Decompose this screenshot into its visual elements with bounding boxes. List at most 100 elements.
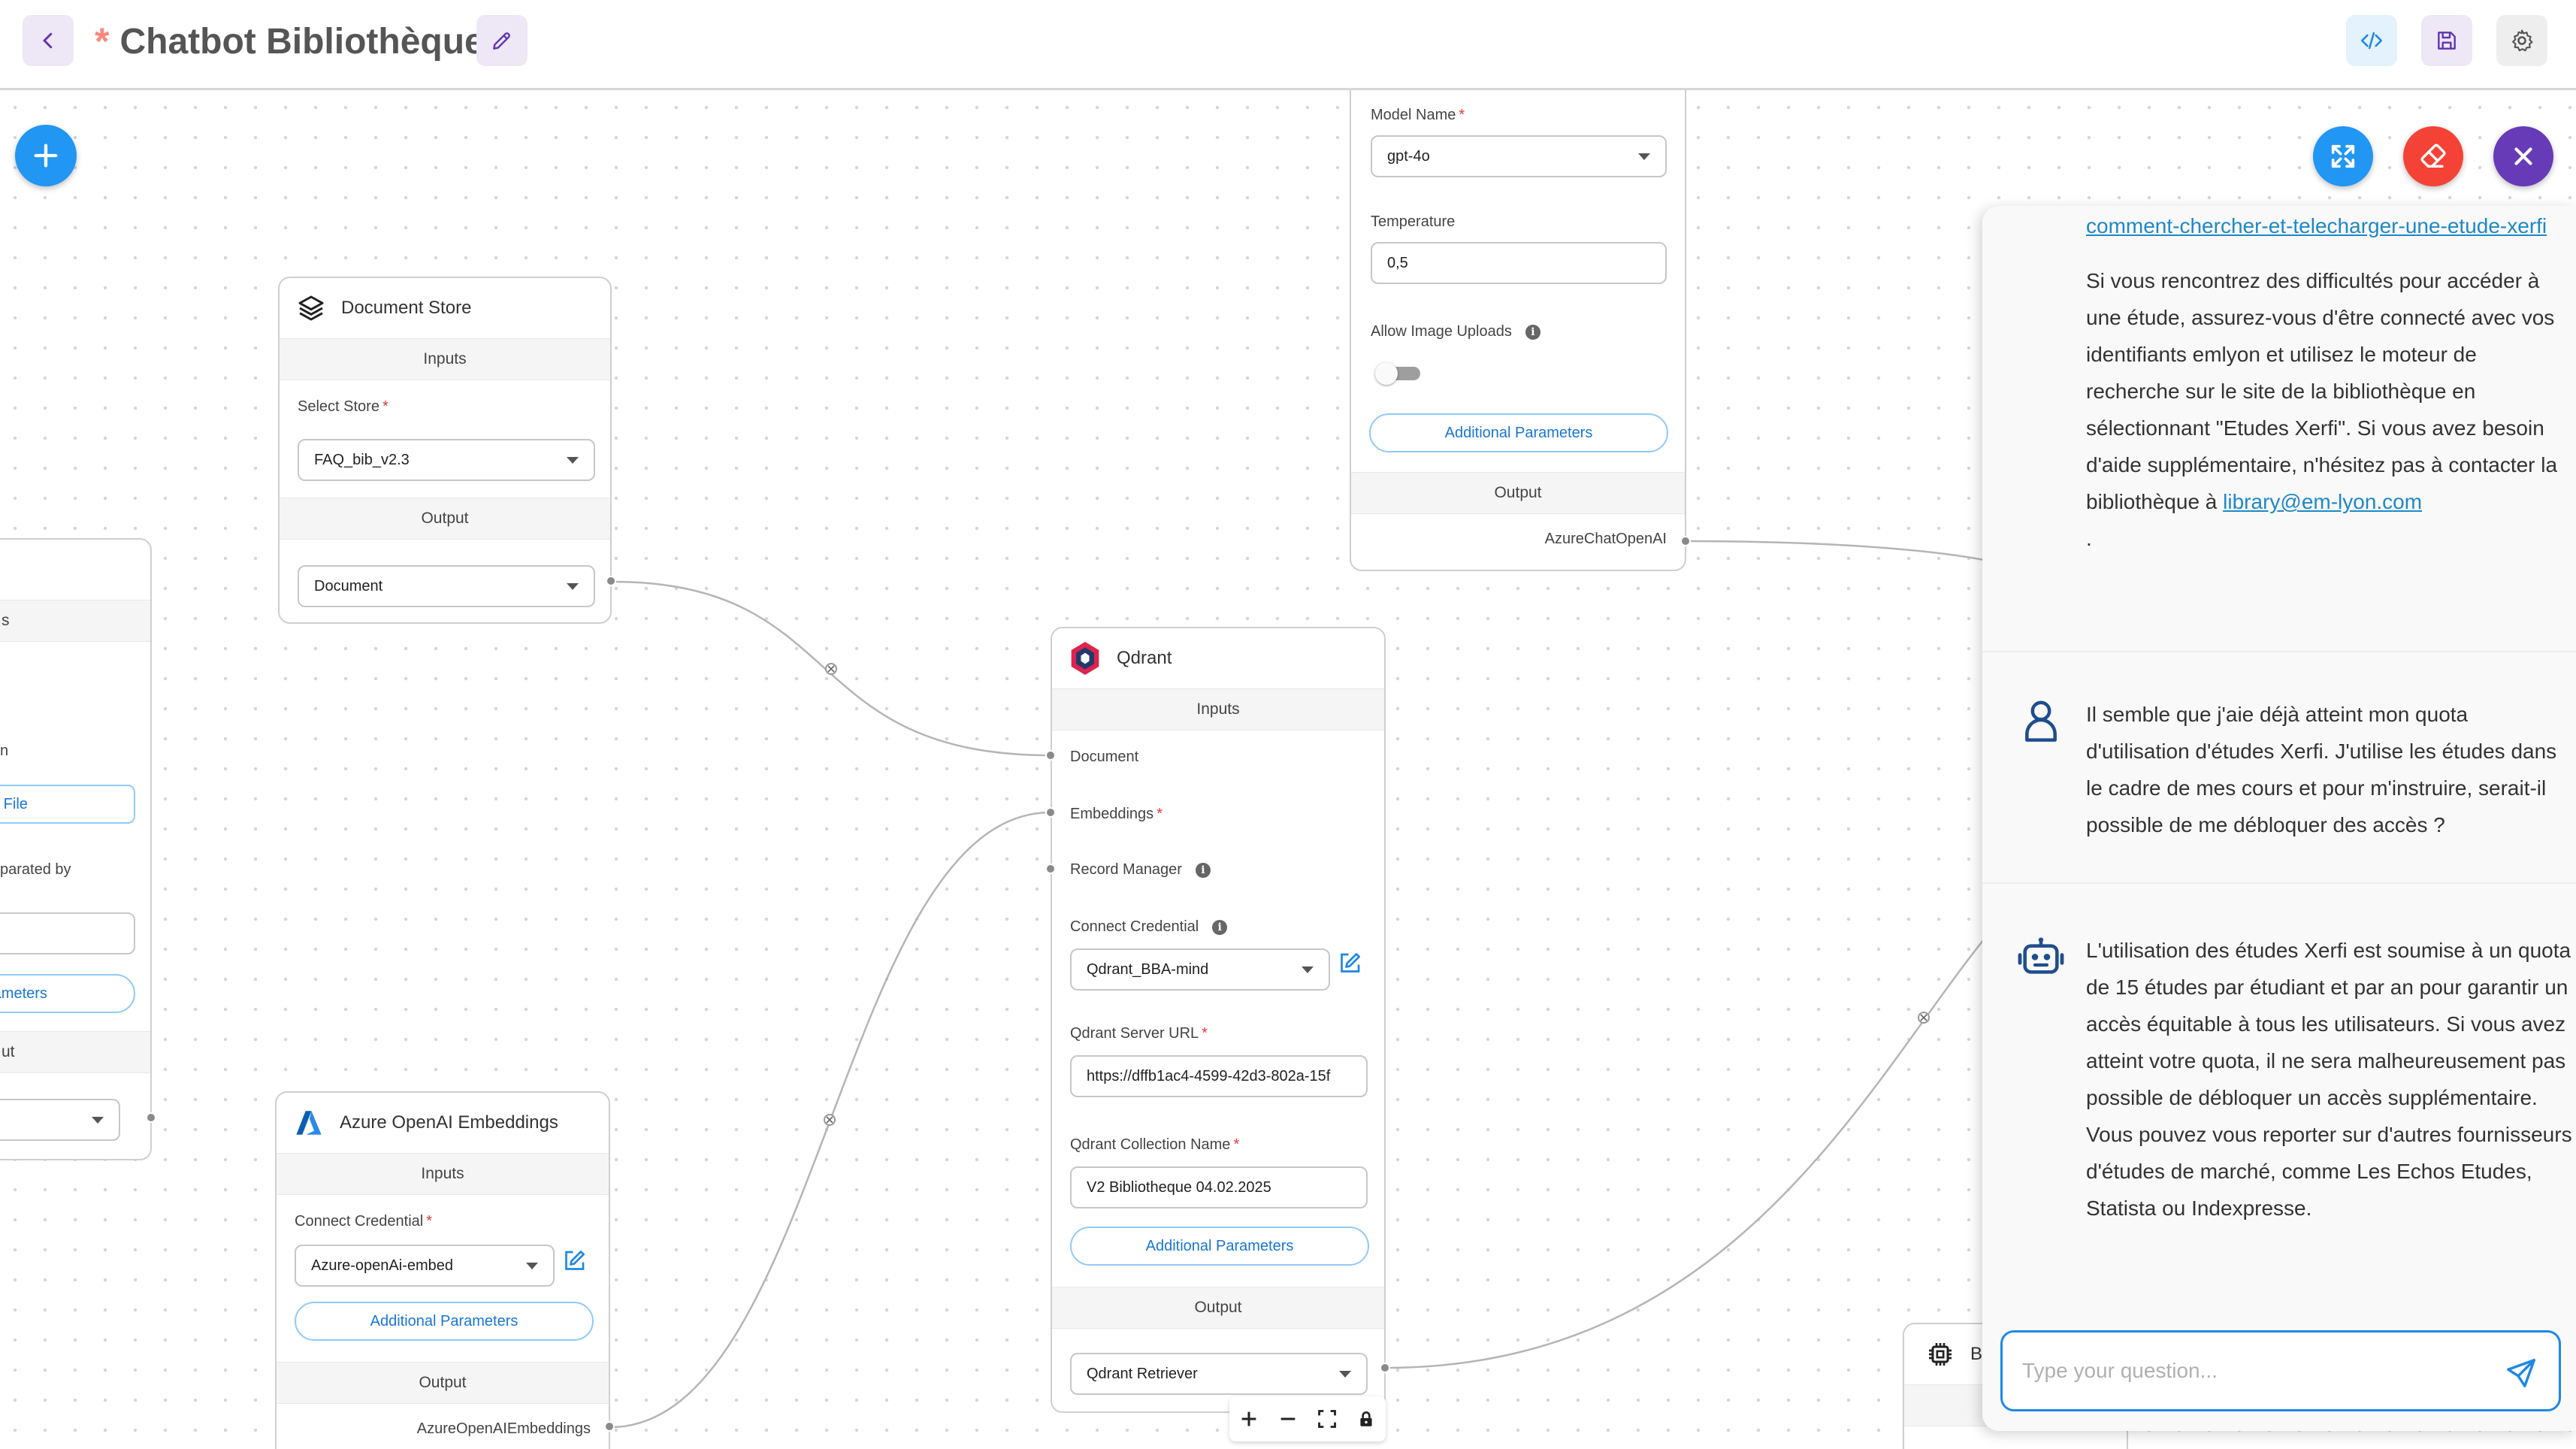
document-store-inputs-band: Inputs — [280, 338, 610, 380]
partial-loader-node[interactable]: s n d File parated by rameters ut — [0, 538, 152, 1160]
chevron-down-icon — [92, 1117, 104, 1124]
zoom-out-button[interactable] — [1273, 1404, 1303, 1434]
qdrant-output-handle[interactable] — [1380, 1363, 1390, 1373]
qdrant-additional-params-button[interactable]: Additional Parameters — [1070, 1227, 1369, 1266]
azure-embeddings-node[interactable]: Azure OpenAI Embeddings Inputs Connect C… — [275, 1091, 610, 1449]
zoom-in-button[interactable] — [1234, 1404, 1264, 1434]
clear-chat-button[interactable] — [2403, 126, 2463, 186]
select-store-label-text: Select Store — [298, 398, 379, 415]
library-email-link[interactable]: library@em-lyon.com — [2223, 490, 2422, 513]
document-store-output-handle[interactable] — [606, 576, 616, 586]
azure-embeddings-output-band: Output — [277, 1362, 609, 1404]
azure-logo-icon — [296, 1111, 322, 1135]
chevron-down-icon — [567, 583, 579, 590]
chip-icon — [1929, 1343, 1952, 1366]
layers-icon — [298, 295, 324, 321]
select-store-label: Select Store * — [298, 398, 389, 416]
add-node-button[interactable] — [15, 125, 77, 186]
qdrant-inputs-band: Inputs — [1052, 688, 1384, 731]
chat-input[interactable] — [2022, 1359, 2473, 1383]
send-button[interactable] — [2500, 1352, 2542, 1394]
document-store-node[interactable]: Document Store Inputs Select Store * FAQ_… — [278, 277, 612, 624]
chat-model-output-label: AzureChatOpenAI — [1544, 531, 1667, 547]
save-button[interactable] — [2421, 15, 2472, 66]
qdrant-server-url-label-text: Qdrant Server URL — [1070, 1025, 1199, 1042]
model-name-value: gpt-4o — [1387, 147, 1430, 165]
azure-embeddings-title: Azure OpenAI Embeddings — [340, 1112, 558, 1133]
upload-file-button[interactable]: d File — [0, 785, 135, 824]
qdrant-record-manager-handle[interactable] — [1045, 864, 1056, 874]
separator-input[interactable] — [0, 912, 135, 954]
chevron-left-icon — [43, 32, 53, 49]
qdrant-server-url-input[interactable]: https://dffb1ac4-4599-42d3-802a-15f — [1070, 1055, 1368, 1097]
message-divider — [1982, 882, 2576, 884]
qdrant-collection-input[interactable]: V2 Bibliotheque 04.02.2025 — [1070, 1166, 1368, 1209]
chevron-down-icon — [526, 1263, 538, 1269]
partial-field-label: n — [0, 743, 9, 759]
select-store-value: FAQ_bib_v2.3 — [314, 451, 410, 468]
close-chat-button[interactable] — [2493, 126, 2553, 186]
azure-credential-value: Azure-openAi-embed — [311, 1257, 453, 1274]
user-avatar-icon — [2025, 700, 2057, 742]
allow-uploads-toggle[interactable] — [1375, 362, 1420, 385]
partial-inputs-band: s — [0, 600, 150, 642]
edit-icon — [565, 1251, 585, 1270]
bot-message-text: Si vous rencontrez des difficultés pour … — [2086, 262, 2576, 557]
qdrant-edit-credential-button[interactable] — [1336, 950, 1366, 980]
settings-button[interactable] — [2496, 15, 2547, 66]
minus-icon — [1280, 1417, 1296, 1420]
azure-embeddings-header: Azure OpenAI Embeddings — [277, 1093, 609, 1153]
edit-credential-button[interactable] — [561, 1248, 591, 1278]
xerfi-link-fragment[interactable]: ________________________________________… — [2086, 206, 2576, 207]
info-icon[interactable]: i — [1195, 862, 1211, 878]
document-store-output-select[interactable]: Document — [298, 565, 595, 607]
qdrant-embeddings-handle[interactable] — [1045, 807, 1056, 818]
qdrant-logo-icon — [1071, 642, 1099, 675]
partial-output-select[interactable] — [0, 1099, 120, 1141]
edit-title-button[interactable] — [476, 15, 528, 66]
info-icon[interactable]: i — [1525, 324, 1540, 340]
chat-model-additional-params-button[interactable]: Additional Parameters — [1369, 413, 1668, 452]
required-marker: * — [1156, 806, 1163, 822]
required-marker: * — [426, 1213, 433, 1230]
qdrant-output-select[interactable]: Qdrant Retriever — [1070, 1353, 1368, 1395]
chat-input-box[interactable] — [2000, 1330, 2561, 1411]
azure-credential-select[interactable]: Azure-openAi-embed — [295, 1245, 555, 1287]
required-marker: * — [382, 398, 389, 415]
model-name-label-text: Model Name — [1371, 107, 1456, 123]
partial-output-handle[interactable] — [146, 1112, 156, 1123]
chat-panel[interactable]: ________________________________________… — [1982, 206, 2576, 1431]
chat-model-output-band: Output — [1351, 472, 1685, 514]
api-code-button[interactable] — [2346, 15, 2397, 66]
lock-button[interactable] — [1351, 1404, 1381, 1434]
bot-message-tail: . — [2086, 527, 2092, 550]
partial-inputs-label: s — [2, 612, 10, 629]
azure-chat-openai-node[interactable]: Model Name * gpt-4o Temperature 0,5 Allow… — [1350, 84, 1686, 571]
fit-view-button[interactable] — [1312, 1404, 1342, 1434]
zoom-controls — [1229, 1396, 1386, 1441]
eraser-icon — [2420, 144, 2446, 168]
partial-additional-params-button[interactable]: rameters — [0, 974, 135, 1013]
chat-model-output-handle[interactable] — [1680, 536, 1691, 546]
back-button[interactable] — [23, 15, 74, 66]
azure-embeddings-inputs-band: Inputs — [277, 1153, 609, 1195]
qdrant-record-manager-label: Record Manager i — [1070, 861, 1211, 879]
qdrant-document-handle[interactable] — [1045, 750, 1056, 761]
select-store-dropdown[interactable]: FAQ_bib_v2.3 — [298, 439, 595, 481]
azure-embeddings-output-handle[interactable] — [604, 1421, 615, 1432]
qdrant-credential-select[interactable]: Qdrant_BBA-mind — [1070, 948, 1330, 991]
xerfi-help-link[interactable]: comment-chercher-et-telecharger-une-etud… — [2086, 214, 2547, 237]
bot-avatar-icon — [2018, 937, 2064, 974]
model-name-select[interactable]: gpt-4o — [1371, 135, 1667, 177]
qdrant-collection-label-text: Qdrant Collection Name — [1070, 1136, 1231, 1153]
allow-uploads-label: Allow Image Uploads i — [1371, 323, 1540, 340]
azure-additional-params-button[interactable]: Additional Parameters — [295, 1302, 594, 1341]
qdrant-title: Qdrant — [1117, 648, 1172, 668]
qdrant-output-value: Qdrant Retriever — [1087, 1365, 1198, 1382]
qdrant-node[interactable]: Qdrant Inputs Document Embeddings * Recor… — [1051, 627, 1386, 1413]
temperature-input[interactable]: 0,5 — [1371, 242, 1667, 284]
info-icon[interactable]: i — [1212, 919, 1228, 935]
model-name-label: Model Name * — [1371, 107, 1465, 124]
expand-chat-button[interactable] — [2313, 126, 2373, 186]
qdrant-document-label: Document — [1070, 749, 1139, 765]
